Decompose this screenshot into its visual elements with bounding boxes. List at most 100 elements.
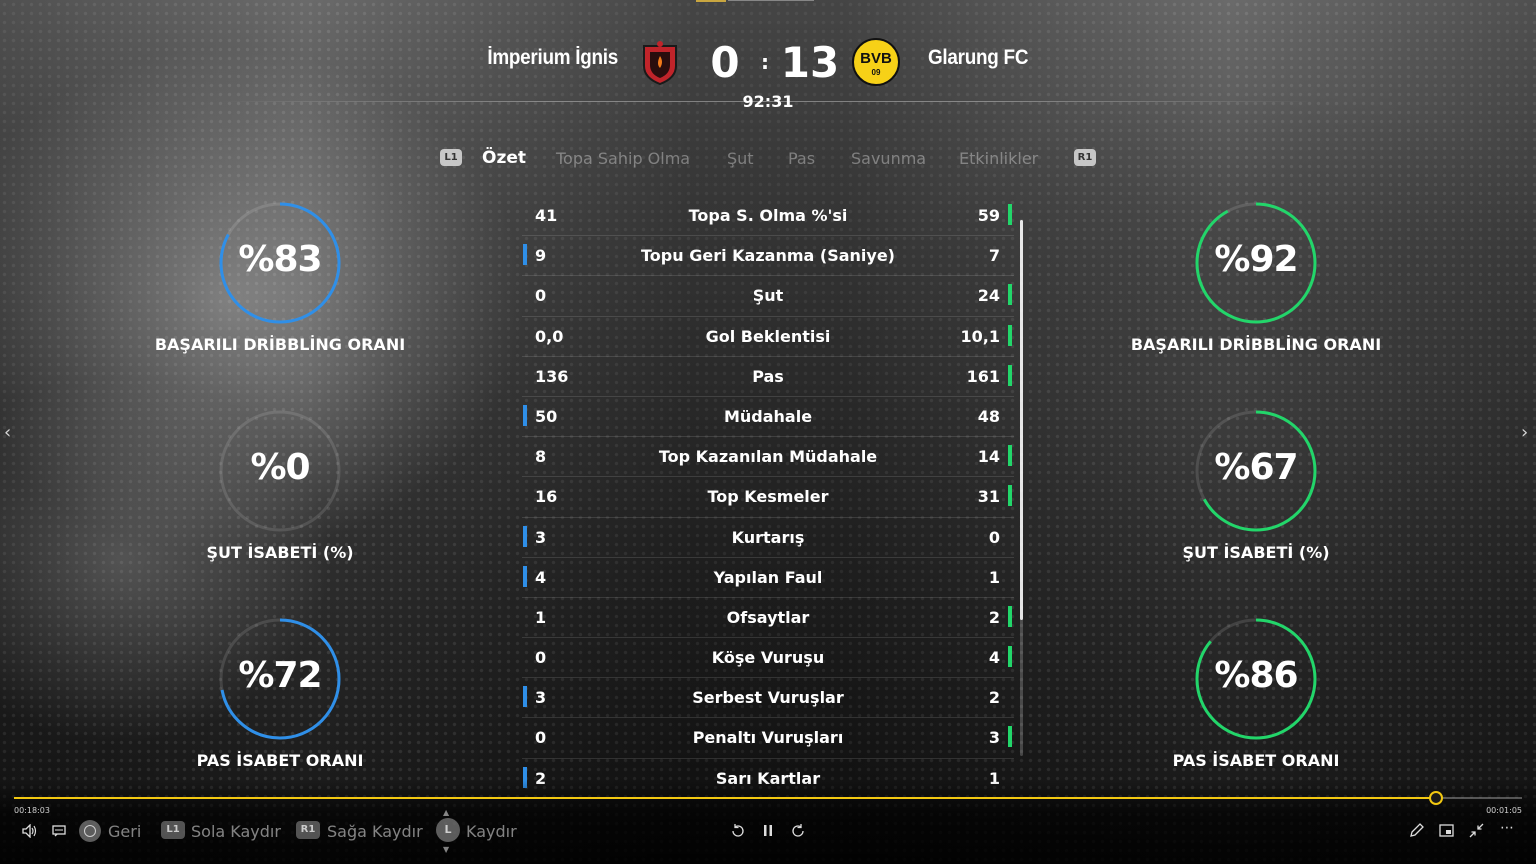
tab-pas[interactable]: Pas — [788, 149, 815, 168]
home-stat-value: 136 — [535, 366, 569, 386]
stat-row: 3 Kurtarış 0 — [522, 518, 1014, 558]
pause-icon[interactable] — [763, 824, 773, 837]
elapsed-time: 00:18:03 — [14, 806, 50, 815]
gauge-label: PAS İSABET ORANI — [1172, 751, 1340, 770]
away-leader-marker — [1008, 646, 1012, 668]
stat-row: 9 Topu Geri Kazanma (Saniye) 7 — [522, 236, 1014, 277]
home-leader-marker — [523, 244, 527, 266]
remaining-time: 00:01:05 — [1486, 806, 1522, 815]
next-tab-button[interactable]: R1 — [1074, 149, 1096, 166]
away-stat-value: 48 — [977, 406, 1000, 426]
progress-fill — [14, 797, 1435, 799]
stat-label: Müdahale — [723, 406, 813, 426]
tab-etkinlikler[interactable]: Etkinlikler — [959, 149, 1038, 168]
stat-row: 1 Ofsaytlar 2 — [522, 598, 1014, 639]
away-stat-value: 3 — [988, 728, 1000, 748]
forward-30-icon[interactable] — [790, 823, 806, 839]
home-stat-value: 9 — [535, 246, 547, 266]
stat-row: 0 Penaltı Vuruşları 3 — [522, 718, 1014, 759]
away-stat-value: 4 — [988, 648, 1000, 668]
header-divider — [220, 101, 1316, 102]
stat-row: 0,0 Gol Beklentisi 10,1 — [522, 317, 1014, 357]
away-leader-marker — [1008, 485, 1012, 507]
gauge-label: PAS İSABET ORANI — [196, 751, 364, 770]
home-stat-value: 3 — [535, 527, 547, 547]
stat-row: 136 Pas 161 — [522, 357, 1014, 397]
gauge-percentage: %72 — [238, 655, 322, 696]
away-stat-value: 24 — [977, 286, 1000, 306]
home-team-crest-icon — [643, 41, 677, 86]
captions-icon[interactable] — [52, 825, 66, 837]
gauge-label: BAŞARILI DRİBBLİNG ORANI — [154, 335, 406, 354]
away-score: 13 — [780, 38, 840, 87]
away-stat-value: 10,1 — [960, 326, 1000, 346]
progress-bar[interactable] — [14, 791, 1522, 805]
chevron-left-icon[interactable]: ‹ — [4, 422, 11, 443]
gauge-percentage: %86 — [1214, 655, 1298, 696]
tab-savunma[interactable]: Savunma — [851, 149, 926, 168]
away-leader-marker — [1008, 324, 1012, 346]
stat-label: Yapılan Faul — [713, 567, 823, 587]
stat-label: Top Kazanılan Müdahale — [658, 447, 878, 467]
home-team-name: İmperium İgnis — [487, 46, 618, 69]
chevron-right-icon[interactable]: › — [1521, 422, 1528, 443]
top-indicator — [696, 0, 726, 2]
away-leader-marker — [1008, 726, 1012, 748]
l1-button[interactable]: L1 — [161, 821, 185, 839]
gauge-label: ŞUT İSABETİ (%) — [206, 543, 354, 562]
scroll-left-label[interactable]: Sola Kaydır — [191, 822, 281, 841]
home-leader-marker — [523, 686, 527, 708]
stat-label: Top Kesmeler — [707, 487, 829, 507]
gauge-label: BAŞARILI DRİBBLİNG ORANI — [1130, 335, 1382, 354]
scroll-label[interactable]: Kaydır — [466, 822, 517, 841]
stats-scrollbar-thumb[interactable] — [1020, 220, 1023, 620]
back-label[interactable]: Geri — [108, 822, 141, 841]
away-team-name: Glarung FC — [928, 46, 1029, 69]
home-leader-marker — [523, 404, 527, 426]
home-stat-value: 0 — [535, 728, 547, 748]
home-pass-accuracy-gauge: %72 PAS İSABET ORANI — [160, 617, 400, 777]
score-separator: : — [761, 50, 769, 74]
stats-scrollbar[interactable] — [1020, 220, 1023, 756]
miniplayer-icon[interactable] — [1439, 824, 1454, 837]
away-stat-value: 0 — [988, 527, 1000, 547]
home-stat-value: 41 — [535, 206, 558, 225]
home-shot-accuracy-gauge: %0 ŞUT İSABETİ (%) — [160, 409, 400, 569]
away-team-crest-icon: BVB 09 — [852, 38, 900, 86]
tab-sut[interactable]: Şut — [727, 149, 754, 168]
svg-text:BVB: BVB — [860, 50, 892, 67]
progress-knob[interactable] — [1429, 791, 1443, 805]
scroll-right-label[interactable]: Sağa Kaydır — [327, 822, 423, 841]
edit-icon[interactable] — [1409, 823, 1424, 838]
away-stat-value: 7 — [988, 246, 1000, 266]
home-stat-value: 1 — [535, 607, 547, 627]
stat-row: 16 Top Kesmeler 31 — [522, 477, 1014, 518]
away-stat-value: 161 — [966, 366, 1000, 386]
stat-label: Şut — [752, 286, 784, 306]
home-stat-value: 16 — [535, 487, 558, 507]
more-options-icon[interactable]: ⋯ — [1500, 820, 1515, 836]
exit-fullscreen-icon[interactable] — [1469, 823, 1484, 838]
tab-topa-sahip-olma[interactable]: Topa Sahip Olma — [556, 149, 690, 168]
home-stat-value: 4 — [535, 567, 547, 587]
away-stat-value: 1 — [988, 567, 1000, 587]
gauge-percentage: %67 — [1214, 447, 1298, 488]
stat-row: 0 Şut 24 — [522, 276, 1014, 317]
stats-table[interactable]: 41 Topa S. Olma %'si 59 9 Topu Geri Kazanma … — [522, 196, 1014, 798]
away-stat-value: 2 — [988, 688, 1000, 708]
left-stick-button[interactable]: L — [436, 818, 460, 842]
tab-ozet[interactable]: Özet — [482, 148, 526, 168]
rewind-10-icon[interactable] — [730, 823, 746, 839]
volume-icon[interactable] — [22, 824, 38, 838]
away-shot-accuracy-gauge: %67 ŞUT İSABETİ (%) — [1136, 409, 1376, 569]
away-leader-marker — [1008, 605, 1012, 627]
home-stat-value: 3 — [535, 688, 547, 708]
home-stat-value: 0 — [535, 286, 547, 306]
stat-label: Ofsaytlar — [726, 607, 810, 627]
prev-tab-button[interactable]: L1 — [440, 149, 462, 166]
away-stat-value: 2 — [988, 607, 1000, 627]
circle-button-icon[interactable] — [79, 820, 101, 842]
r1-button[interactable]: R1 — [296, 821, 320, 839]
away-pass-accuracy-gauge: %86 PAS İSABET ORANI — [1136, 617, 1376, 777]
stick-up-arrow-icon: ▲ — [443, 808, 450, 817]
